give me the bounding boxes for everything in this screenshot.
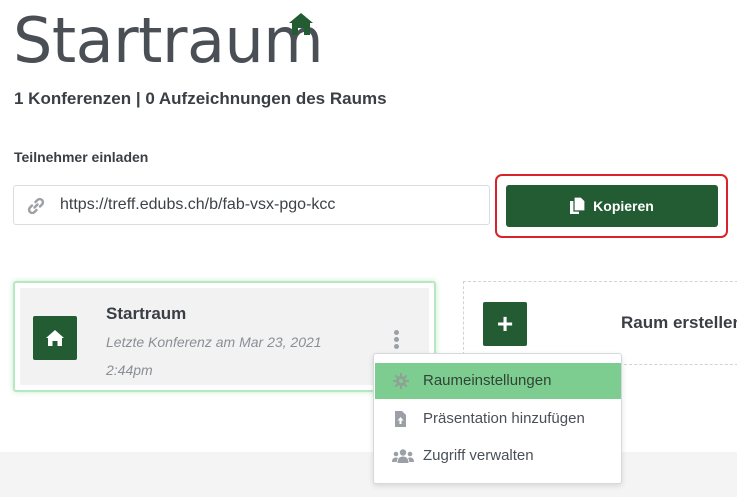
footer-band bbox=[0, 452, 737, 497]
copy-button[interactable]: Kopieren bbox=[506, 185, 718, 227]
create-room-label: Raum erstellen bbox=[621, 313, 737, 332]
plus-icon: + bbox=[483, 302, 527, 346]
invite-url-field[interactable]: https://treff.edubs.ch/b/fab-vsx-pgo-kcc bbox=[13, 185, 490, 225]
invite-url-text: https://treff.edubs.ch/b/fab-vsx-pgo-kcc bbox=[60, 196, 336, 213]
menu-item-room-settings[interactable]: Raumeinstellungen bbox=[375, 363, 621, 399]
users-icon bbox=[392, 449, 414, 463]
room-card-body: Startraum Letzte Konferenz am Mar 23, 20… bbox=[20, 288, 429, 385]
menu-item-manage-access[interactable]: Zugriff verwalten bbox=[375, 438, 621, 474]
copy-button-label: Kopieren bbox=[593, 198, 654, 214]
menu-item-label: Raumeinstellungen bbox=[423, 372, 552, 389]
room-context-menu: Raumeinstellungen Präsentation hinzufüge… bbox=[373, 353, 622, 484]
room-last-conference: Letzte Konferenz am Mar 23, 2021 2:44pm bbox=[106, 334, 322, 378]
home-icon bbox=[289, 13, 313, 35]
copy-icon bbox=[570, 197, 586, 214]
page-title: Startraum bbox=[13, 4, 324, 77]
room-name: Startraum bbox=[106, 304, 187, 323]
link-icon bbox=[27, 197, 45, 215]
menu-item-label: Zugriff verwalten bbox=[423, 447, 534, 464]
menu-item-add-presentation[interactable]: Präsentation hinzufügen bbox=[375, 401, 621, 437]
menu-item-label: Präsentation hinzufügen bbox=[423, 410, 585, 427]
file-upload-icon bbox=[395, 411, 406, 427]
room-stats: 1 Konferenzen | 0 Aufzeichnungen des Rau… bbox=[14, 89, 387, 108]
invite-label: Teilnehmer einladen bbox=[14, 149, 149, 165]
room-home-icon bbox=[33, 316, 77, 360]
gear-icon bbox=[393, 373, 409, 389]
room-options-icon[interactable] bbox=[390, 328, 402, 352]
